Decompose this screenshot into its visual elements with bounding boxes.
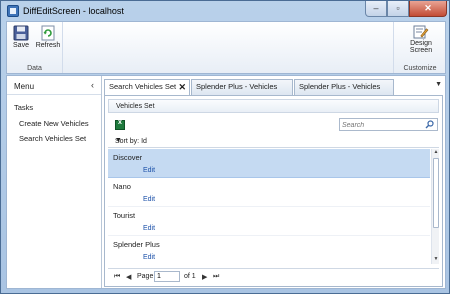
tab-label: Search Vehicles Set	[109, 82, 177, 91]
list-item[interactable]: Splender Plus Edit	[108, 236, 430, 264]
menu-item-create-new-vehicles[interactable]: Create New Vehicles	[19, 119, 89, 128]
refresh-button[interactable]: Refresh	[35, 25, 61, 49]
panel-title-bar: Vehicles Set	[108, 99, 439, 113]
close-tab-icon[interactable]: ✕	[178, 80, 186, 94]
vertical-scrollbar[interactable]: ▲ ▼	[431, 149, 439, 264]
tab-strip: Search Vehicles Set ✕ Splender Plus - Ve…	[104, 79, 445, 96]
search-box[interactable]	[339, 118, 438, 131]
tab-overflow-icon[interactable]: ▼	[435, 81, 442, 88]
edit-link[interactable]: Edit	[143, 167, 155, 174]
vehicles-set-panel: Vehicles Set Sort by: Id ▼ Discover Edit	[104, 95, 443, 287]
edit-link[interactable]: Edit	[143, 254, 155, 261]
design-screen-button[interactable]: Design Screen	[398, 25, 444, 54]
previous-page-icon[interactable]: ◀	[126, 273, 131, 281]
save-icon	[13, 25, 29, 41]
menu-header: Menu ‹	[7, 76, 101, 95]
chevron-left-icon[interactable]: ‹	[91, 80, 94, 90]
scroll-down-icon[interactable]: ▼	[432, 256, 440, 264]
page-label: Page	[137, 273, 154, 280]
vehicle-name: Nano	[113, 182, 131, 191]
page-number-input[interactable]	[154, 271, 180, 282]
search-icon[interactable]	[425, 120, 434, 129]
tab-label: Splender Plus - Vehicles	[299, 82, 381, 91]
ribbon-group-data: Save Refresh Data	[7, 22, 63, 73]
vehicle-name: Discover	[113, 153, 143, 162]
edit-link[interactable]: Edit	[143, 225, 155, 232]
page-count: of 1	[184, 273, 196, 280]
vehicle-name: Splender Plus	[113, 240, 160, 249]
edit-link[interactable]: Edit	[143, 196, 155, 203]
main-content: Menu ‹ Tasks Create New Vehicles Search …	[6, 75, 446, 289]
sort-dropdown-icon[interactable]: ▼	[115, 137, 439, 144]
save-label: Save	[13, 42, 29, 49]
maximize-button[interactable]: ▫	[387, 1, 409, 17]
ribbon-group-customize-label: Customize	[403, 65, 437, 72]
window-title: DiffEditScreen - localhost	[23, 6, 124, 16]
tasks-heading: Tasks	[14, 103, 34, 112]
ribbon: Save Refresh Data Design Screen Customiz…	[6, 21, 446, 74]
sort-bar[interactable]: Sort by: Id ▼	[108, 136, 439, 148]
design-label-line2: Screen	[409, 47, 433, 54]
design-screen-icon	[413, 25, 429, 39]
tab-search-vehicles-set[interactable]: Search Vehicles Set ✕	[104, 79, 190, 96]
ribbon-group-data-label: Data	[27, 65, 42, 72]
save-button[interactable]: Save	[10, 25, 32, 49]
title-bar[interactable]: DiffEditScreen - localhost – ▫ ✕	[1, 1, 449, 21]
menu-item-search-vehicles-set[interactable]: Search Vehicles Set	[19, 134, 86, 143]
app-icon	[7, 5, 19, 17]
vehicles-list: Discover Edit Nano Edit Tourist Edit Spl…	[108, 149, 430, 264]
close-button[interactable]: ✕	[409, 1, 447, 17]
list-item[interactable]: Discover Edit	[108, 149, 430, 178]
scroll-up-icon[interactable]: ▲	[432, 149, 440, 157]
panel-title: Vehicles Set	[116, 103, 155, 110]
refresh-icon	[41, 25, 55, 41]
list-item[interactable]: Tourist Edit	[108, 207, 430, 236]
menu-title: Menu	[14, 82, 35, 91]
app-window: DiffEditScreen - localhost – ▫ ✕ Save Re…	[0, 0, 450, 294]
minimize-button[interactable]: –	[365, 1, 387, 17]
pager: ⏮ ◀ Page of 1 ▶ ⏭	[108, 268, 439, 284]
tab-splender-plus-vehicles-1[interactable]: Splender Plus - Vehicles	[191, 79, 293, 95]
search-input[interactable]	[342, 120, 422, 130]
refresh-label: Refresh	[35, 42, 61, 49]
first-page-icon[interactable]: ⏮	[114, 273, 120, 281]
tab-label: Splender Plus - Vehicles	[196, 82, 278, 91]
last-page-icon[interactable]: ⏭	[213, 273, 219, 281]
design-label-line1: Design	[410, 40, 432, 47]
tab-splender-plus-vehicles-2[interactable]: Splender Plus - Vehicles	[294, 79, 394, 95]
scroll-thumb[interactable]	[433, 158, 439, 228]
menu-panel: Menu ‹ Tasks Create New Vehicles Search …	[7, 76, 102, 288]
vehicle-name: Tourist	[113, 211, 136, 220]
ribbon-group-customize: Design Screen Customize	[393, 22, 446, 73]
list-item[interactable]: Nano Edit	[108, 178, 430, 207]
excel-export-icon[interactable]	[115, 119, 125, 130]
next-page-icon[interactable]: ▶	[202, 273, 207, 281]
